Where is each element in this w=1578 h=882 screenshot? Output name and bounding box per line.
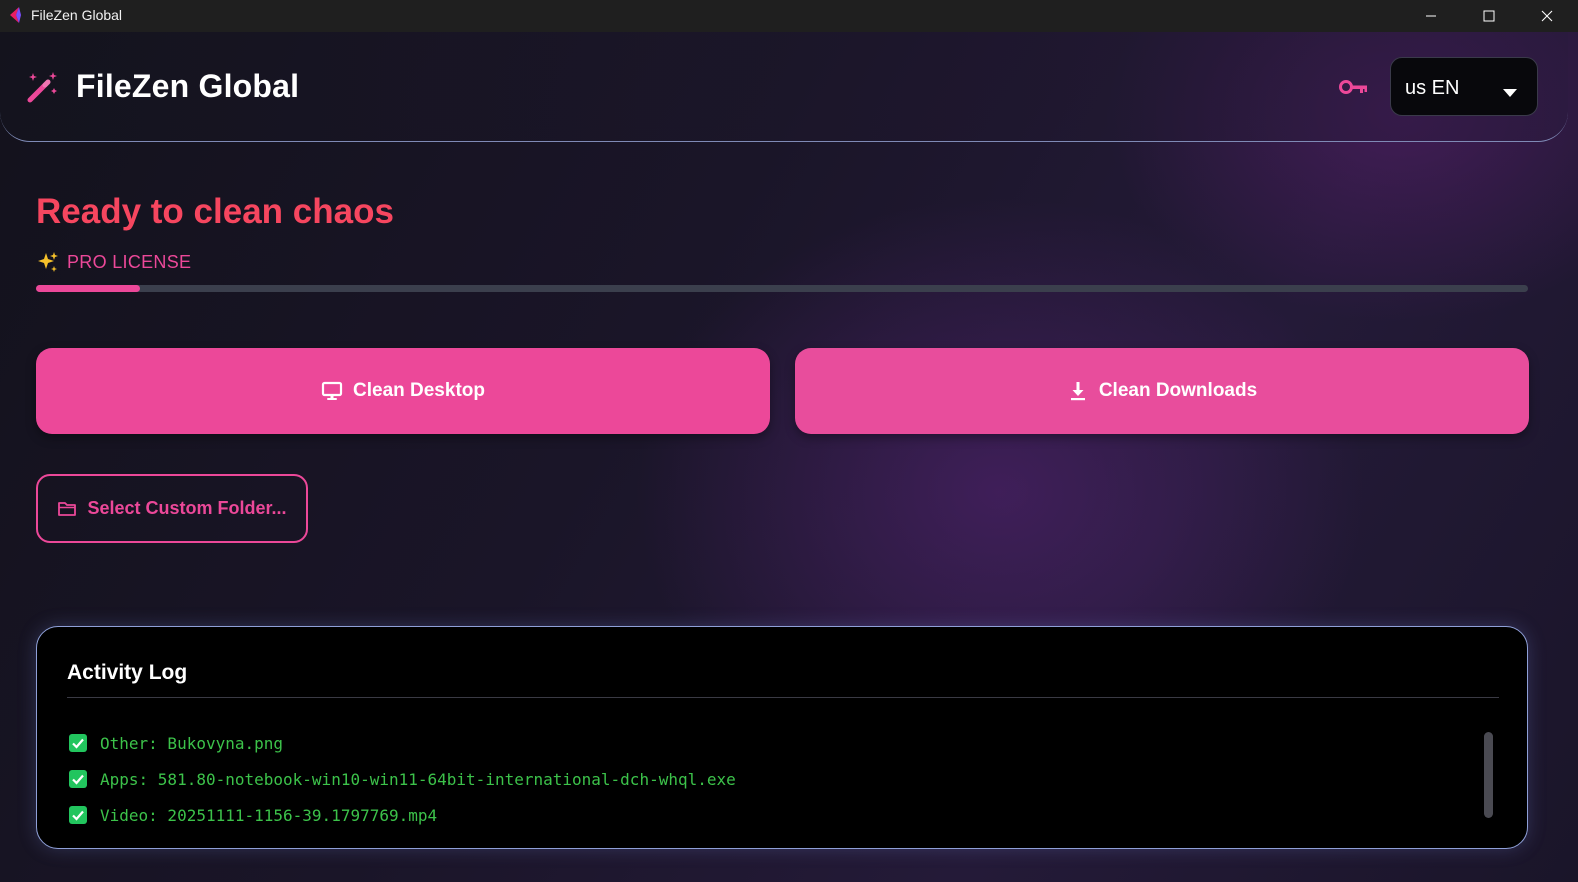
- app-header: FileZen Global us EN: [0, 32, 1568, 142]
- progress-bar: [36, 285, 1528, 292]
- download-icon: [1070, 382, 1085, 401]
- minimize-icon: [1426, 15, 1436, 17]
- log-item: Video: 20251111-1156-39.1797769.mp4: [69, 797, 736, 833]
- sparkles-icon: [37, 251, 59, 273]
- activity-log-divider: [67, 697, 1499, 698]
- clean-downloads-button[interactable]: Clean Downloads: [795, 348, 1529, 434]
- key-icon[interactable]: [1339, 78, 1369, 96]
- desktop-monitor-icon: [321, 381, 343, 400]
- log-item-text: Video: 20251111-1156-39.1797769.mp4: [100, 805, 438, 825]
- activity-log-title: Activity Log: [67, 661, 188, 684]
- caret-down-icon: [1503, 84, 1517, 97]
- minimize-button[interactable]: [1402, 0, 1460, 32]
- window-title: FileZen Global: [31, 7, 123, 23]
- filezen-app-icon: [7, 6, 23, 24]
- license-label: PRO LICENSE: [67, 251, 192, 272]
- log-item-text: Apps: 581.80-notebook-win10-win11-64bit-…: [100, 769, 736, 789]
- log-item-text: Other: Bukovyna.png: [100, 733, 284, 753]
- clean-desktop-button[interactable]: Clean Desktop: [36, 348, 770, 434]
- folder-icon: [58, 501, 77, 516]
- close-button[interactable]: [1518, 0, 1576, 32]
- log-item: Other: Bukovyna.png: [69, 725, 736, 761]
- magic-wand-icon: [26, 70, 60, 104]
- license-badge: PRO LICENSE: [37, 251, 191, 273]
- activity-log-scrollbar[interactable]: [1484, 732, 1493, 818]
- language-selected-value: us EN: [1405, 77, 1460, 99]
- log-item: Apps: 581.80-notebook-win10-win11-64bit-…: [69, 761, 736, 797]
- close-icon: [1541, 10, 1553, 22]
- clean-downloads-label: Clean Downloads: [1098, 380, 1258, 401]
- checkbox-checked-icon: [69, 806, 87, 824]
- maximize-icon: [1483, 10, 1495, 22]
- select-custom-folder-button[interactable]: Select Custom Folder...: [36, 474, 308, 543]
- app-brand-title: FileZen Global: [76, 68, 300, 104]
- checkbox-checked-icon: [69, 734, 87, 752]
- maximize-button[interactable]: [1460, 0, 1518, 32]
- progress-fill: [36, 285, 141, 292]
- checkbox-checked-icon: [69, 770, 87, 788]
- status-title: Ready to clean chaos: [36, 192, 394, 231]
- select-custom-folder-label: Select Custom Folder...: [87, 498, 287, 518]
- clean-desktop-label: Clean Desktop: [353, 380, 485, 401]
- app-window: FileZen Global us EN Ready to clean chao…: [0, 32, 1578, 882]
- language-select[interactable]: us EN: [1390, 57, 1538, 116]
- window-titlebar: FileZen Global: [0, 0, 1578, 32]
- activity-log-list: Other: Bukovyna.png Apps: 581.80-noteboo…: [69, 725, 736, 833]
- activity-log-panel: Activity Log Other: Bukovyna.png Apps: 5…: [36, 626, 1528, 849]
